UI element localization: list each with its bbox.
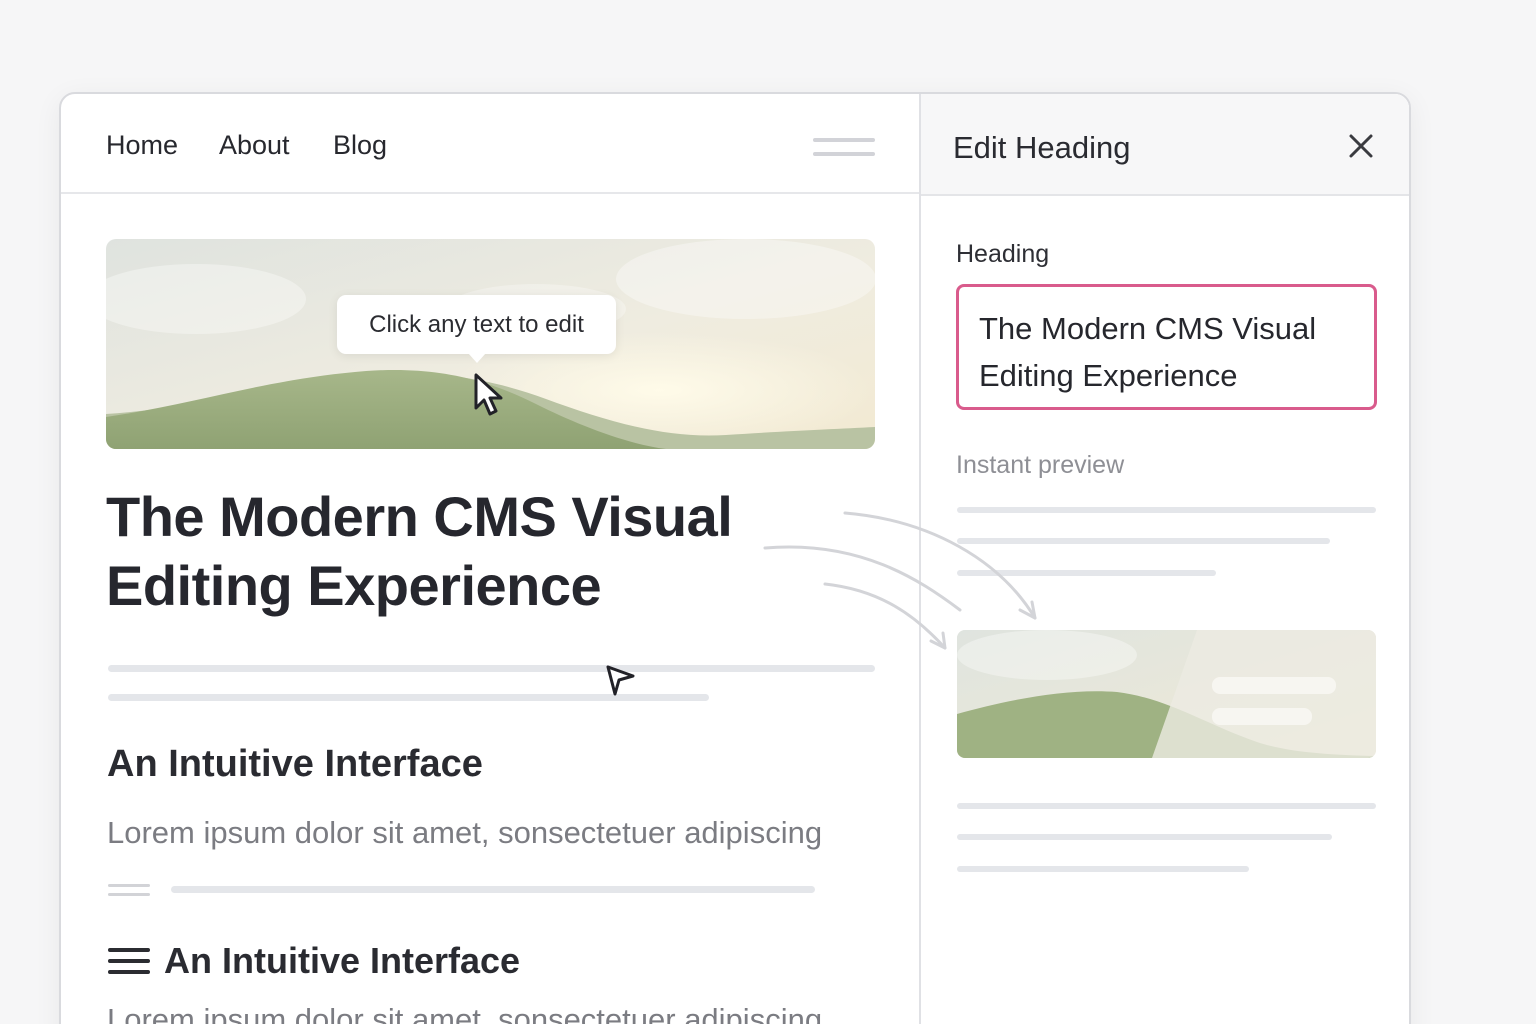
- heading-field-label: Heading: [956, 240, 1050, 268]
- drag-cursor-icon: [606, 665, 635, 696]
- nav-link-about[interactable]: About: [219, 130, 290, 161]
- panel-header: Edit Heading: [921, 94, 1409, 196]
- text-placeholder-line: [108, 665, 875, 672]
- section-body-text-2[interactable]: Lorem ipsum dolor sit amet, sonsectetuer…: [107, 1002, 822, 1024]
- preview-placeholder-line: [957, 570, 1216, 576]
- nav-link-blog[interactable]: Blog: [333, 130, 387, 161]
- hero-image[interactable]: Click any text to edit: [106, 239, 875, 449]
- drag-handle-icon[interactable]: [108, 884, 150, 898]
- top-navigation: Home About Blog: [61, 94, 919, 194]
- panel-title: Edit Heading: [953, 130, 1131, 165]
- preview-placeholder-line: [957, 866, 1249, 872]
- preview-placeholder-line: [957, 834, 1332, 840]
- tooltip-text: Click any text to edit: [369, 310, 584, 338]
- edit-panel: Edit Heading Heading The Modern CMS Visu…: [919, 94, 1409, 1024]
- hamburger-icon[interactable]: [813, 138, 875, 158]
- preview-placeholder-line: [957, 507, 1376, 513]
- text-placeholder-line: [171, 886, 815, 893]
- section-heading-2[interactable]: An Intuitive Interface: [164, 940, 520, 982]
- preview-placeholder-line: [957, 803, 1376, 809]
- close-icon: [1349, 134, 1373, 158]
- mouse-pointer-icon: [474, 373, 503, 416]
- heading-input[interactable]: The Modern CMS Visual Editing Experience: [956, 284, 1377, 410]
- preview-card: [957, 630, 1376, 758]
- site-preview-pane: Home About Blog Click any text to edit T…: [61, 94, 919, 1024]
- cms-window: Home About Blog Click any text to edit T…: [59, 92, 1411, 1024]
- page-heading[interactable]: The Modern CMS Visual Editing Experience: [106, 482, 806, 620]
- close-button[interactable]: [1341, 126, 1381, 166]
- nav-link-home[interactable]: Home: [106, 130, 178, 161]
- edit-hint-tooltip: Click any text to edit: [337, 295, 616, 363]
- preview-placeholder-line: [957, 538, 1330, 544]
- menu-icon[interactable]: [108, 946, 150, 978]
- preview-label: Instant preview: [956, 451, 1125, 479]
- section-body-text[interactable]: Lorem ipsum dolor sit amet, sonsectetuer…: [107, 815, 822, 851]
- preview-thumbnail-image: [957, 630, 1376, 758]
- section-heading[interactable]: An Intuitive Interface: [107, 743, 483, 786]
